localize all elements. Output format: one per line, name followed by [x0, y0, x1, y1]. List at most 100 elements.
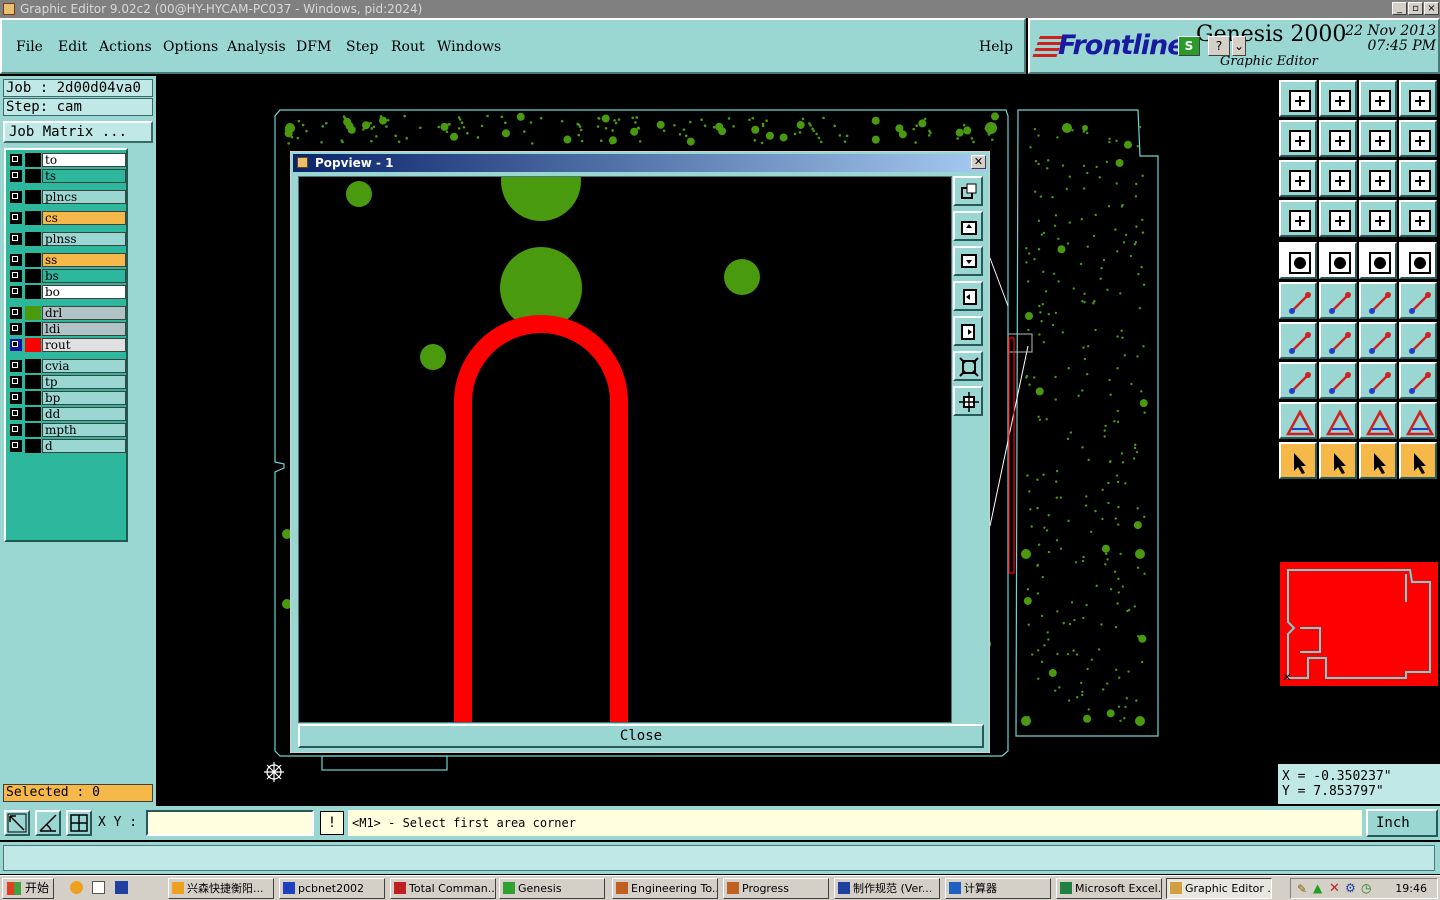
layer-color-swatch[interactable]	[25, 169, 41, 183]
layer-color-swatch[interactable]	[25, 153, 41, 167]
pan-right-icon[interactable]	[1319, 120, 1357, 157]
layer-color-swatch[interactable]	[25, 190, 41, 204]
taskbar-clock[interactable]: 19:46	[1395, 879, 1427, 898]
menu-step[interactable]: Step	[346, 39, 378, 55]
undo-view-icon[interactable]	[1359, 120, 1397, 157]
layer-row-ts[interactable]: ts	[8, 169, 126, 183]
menu-windows[interactable]: Windows	[437, 39, 501, 55]
tray-x-icon[interactable]: ✕	[1329, 881, 1340, 896]
layer-name[interactable]: bs	[42, 269, 126, 283]
fill-icon[interactable]	[1399, 322, 1437, 359]
pan-left-icon[interactable]	[1279, 120, 1317, 157]
layer-color-swatch[interactable]	[25, 285, 41, 299]
layer-checkbox[interactable]	[10, 339, 22, 351]
redraw-icon[interactable]	[1399, 120, 1437, 157]
layer-checkbox[interactable]	[10, 408, 22, 420]
layer-row-to[interactable]: to	[8, 153, 126, 167]
connect-icon[interactable]	[1279, 282, 1317, 319]
layer-color-swatch[interactable]	[25, 359, 41, 373]
triangle-d-icon[interactable]	[1399, 402, 1437, 439]
tools-icon[interactable]	[1279, 200, 1317, 237]
menu-actions[interactable]: Actions	[99, 39, 152, 55]
query-icon[interactable]	[1399, 160, 1437, 197]
popview-zoom-fit-icon[interactable]	[953, 351, 983, 381]
popview-close-icon[interactable]: ✕	[971, 155, 986, 169]
snap-icon[interactable]	[1279, 362, 1317, 399]
layer-name[interactable]: tp	[42, 375, 126, 389]
popview-pan-left-icon[interactable]	[953, 281, 983, 311]
popview-close-button[interactable]: Close	[298, 724, 984, 748]
zoom-ratio-icon[interactable]	[1359, 160, 1397, 197]
layer-row-plnss[interactable]: plnss	[8, 232, 126, 246]
minimize-button[interactable]: _	[1392, 2, 1407, 15]
board-minimap[interactable]	[1280, 562, 1438, 686]
quicklaunch-clock-icon[interactable]	[70, 881, 83, 894]
pad-icon[interactable]	[1399, 242, 1437, 279]
save-step-icon[interactable]	[1319, 80, 1357, 117]
layer-row-ss[interactable]: ss	[8, 253, 126, 267]
zoom-center-icon[interactable]	[1319, 160, 1357, 197]
layer-checkbox[interactable]	[10, 323, 22, 335]
layer-color-swatch[interactable]	[25, 269, 41, 283]
layer-checkbox[interactable]	[10, 424, 22, 436]
ruler-icon[interactable]	[1359, 242, 1397, 279]
layer-row-ldi[interactable]: ldi	[8, 322, 126, 336]
layer-row-plncs[interactable]: plncs	[8, 190, 126, 204]
tray-gear-icon[interactable]: ⚙	[1345, 881, 1356, 895]
layer-checkbox[interactable]	[10, 360, 22, 372]
taskbar-task[interactable]: 兴森快捷衡阳...	[168, 878, 274, 899]
taskbar-task[interactable]: Progress	[723, 878, 829, 899]
layer-checkbox[interactable]	[10, 307, 22, 319]
layer-color-swatch[interactable]	[25, 306, 41, 320]
layer-checkbox[interactable]	[10, 191, 22, 203]
line-icon[interactable]	[1319, 322, 1357, 359]
layer-name[interactable]: plncs	[42, 190, 126, 204]
menu-file[interactable]: File	[16, 39, 43, 55]
arc-icon[interactable]	[1359, 322, 1397, 359]
taskbar-task[interactable]: Genesis	[499, 878, 605, 899]
layer-name[interactable]: drl	[42, 306, 126, 320]
popview-canvas[interactable]	[298, 176, 952, 723]
quicklaunch-notepad-icon[interactable]	[92, 881, 105, 894]
delete-point-icon[interactable]	[1319, 282, 1357, 319]
layer-compare-icon[interactable]	[1359, 200, 1397, 237]
menu-analysis[interactable]: Analysis	[227, 39, 286, 55]
menu-help[interactable]: Help	[979, 39, 1013, 55]
layer-name[interactable]: rout	[42, 338, 126, 352]
window-close-button[interactable]: ×	[1424, 2, 1439, 15]
triangle-c-icon[interactable]	[1359, 402, 1397, 439]
layer-color-swatch[interactable]	[25, 391, 41, 405]
layer-checkbox[interactable]	[10, 154, 22, 166]
layer-name[interactable]: d	[42, 439, 126, 453]
popview-title-bar[interactable]: Popview - 1	[293, 154, 987, 172]
layer-row-bs[interactable]: bs	[8, 269, 126, 283]
layer-checkbox[interactable]	[10, 233, 22, 245]
layer-name[interactable]: to	[42, 153, 126, 167]
menu-options[interactable]: Options	[163, 39, 218, 55]
layer-row-cvia[interactable]: cvia	[8, 359, 126, 373]
layer-color-swatch[interactable]	[25, 232, 41, 246]
layer-row-dd[interactable]: dd	[8, 407, 126, 421]
layer-name[interactable]: bp	[42, 391, 126, 405]
taskbar-task[interactable]: pcbnet2002	[279, 878, 385, 899]
layer-compare-alt-icon[interactable]	[1399, 200, 1437, 237]
home-view-icon[interactable]	[1359, 80, 1397, 117]
layer-row-mpth[interactable]: mpth	[8, 423, 126, 437]
layer-color-swatch[interactable]	[25, 338, 41, 352]
popview-pan-down-icon[interactable]	[953, 246, 983, 276]
layer-checkbox[interactable]	[10, 440, 22, 452]
taskbar-task[interactable]: Microsoft Excel...	[1056, 878, 1162, 899]
angle-icon[interactable]	[1279, 322, 1317, 359]
taskbar-task[interactable]: Engineering To...	[612, 878, 718, 899]
layer-name[interactable]: cs	[42, 211, 126, 225]
taskbar-task[interactable]: 制作规范 (Ver...	[834, 878, 940, 899]
xy-input[interactable]	[146, 810, 314, 836]
copy-icon[interactable]	[1399, 362, 1437, 399]
layer-checkbox[interactable]	[10, 212, 22, 224]
layer-checkbox[interactable]	[10, 170, 22, 182]
select-box-icon[interactable]	[1319, 442, 1357, 479]
select-region-icon[interactable]	[1319, 242, 1357, 279]
select-filter-icon[interactable]	[1359, 442, 1397, 479]
taskbar-task[interactable]: Total Comman...	[390, 878, 496, 899]
popview-zoom-home-icon[interactable]	[953, 386, 983, 416]
